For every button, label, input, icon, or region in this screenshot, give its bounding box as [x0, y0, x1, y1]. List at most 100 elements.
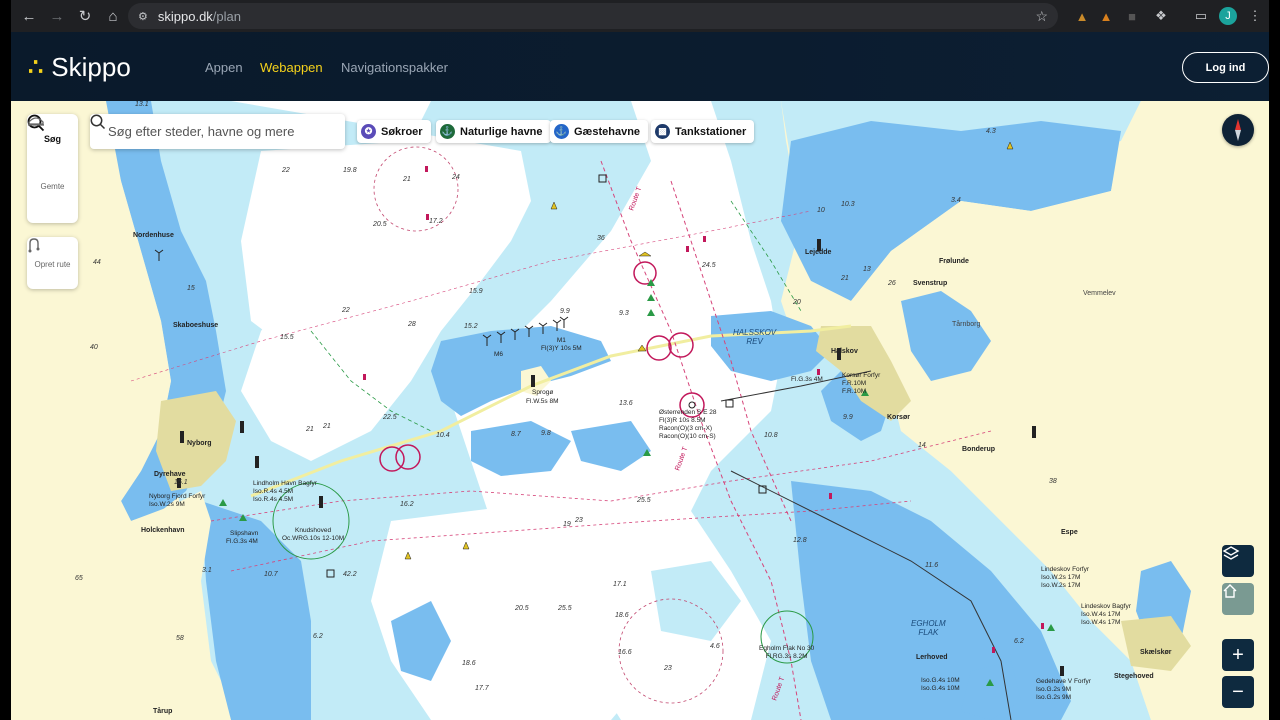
home-icon[interactable]: ⌂	[99, 2, 127, 30]
place-label[interactable]: Tårup	[153, 708, 172, 715]
light-label[interactable]: Østerrenden S E 28 Fl(3)R 10s 8.5M Racon…	[659, 409, 716, 441]
light-label[interactable]: Fl.W.5s 8M	[526, 398, 559, 406]
place-label[interactable]: Halskov	[831, 348, 858, 355]
minus-icon: −	[1232, 680, 1244, 703]
place-label[interactable]: Dyrehave	[154, 471, 186, 478]
place-label[interactable]: Nordenhuse	[133, 232, 174, 239]
place-label[interactable]: Bonderup	[962, 446, 995, 453]
chip-gaestehavne[interactable]: ⚓ Gæstehavne	[550, 120, 649, 143]
chip-sokroer[interactable]: ✪ Søkroer	[357, 120, 431, 143]
site-settings-icon[interactable]: ⚙	[138, 10, 148, 23]
light-label[interactable]: Fl.G.3s 4M	[791, 376, 823, 384]
menu-dots-icon[interactable]: ⋮	[1246, 7, 1264, 25]
depth-sounding: 14	[918, 442, 926, 449]
restaurant-icon: ✪	[361, 124, 376, 139]
place-label[interactable]: Skælskør	[1140, 649, 1172, 656]
sidebar-create-route-label: Opret rute	[34, 260, 71, 269]
place-label[interactable]: Frølunde	[939, 258, 969, 265]
depth-sounding: 16.6	[618, 649, 632, 656]
place-label[interactable]: Knudshoved	[295, 527, 331, 535]
login-button[interactable]: Log ind	[1182, 52, 1269, 83]
place-label[interactable]: Tårnborg	[952, 321, 980, 328]
light-label[interactable]: Lindholm Havn Bagfyr Iso.R.4s 4.5M Iso.R…	[253, 480, 317, 504]
sidebar-saved[interactable]: Gemte	[27, 117, 78, 210]
chart-canvas: Route T Route T Route T	[11, 101, 1269, 720]
sidebar-panel: Søg Gemte	[27, 114, 78, 223]
light-label[interactable]: M1 Fl(3)Y 10s 5M	[541, 337, 582, 353]
anchor-icon: ⚓	[440, 124, 455, 139]
place-label[interactable]: Espe	[1061, 529, 1078, 536]
depth-sounding: 12.8	[793, 537, 807, 544]
depth-sounding: 21	[841, 275, 849, 282]
place-label[interactable]: Slipshavn	[230, 530, 258, 538]
depth-sounding: 17.7	[475, 685, 489, 692]
layers-button[interactable]	[1222, 545, 1254, 577]
nautical-chart-map[interactable]: Route T Route T Route T Nordenhuse Skabo…	[11, 101, 1269, 720]
nav-navigationspakker[interactable]: Navigationspakker	[341, 60, 448, 75]
sidebar-search-label: Søg	[44, 133, 61, 144]
depth-sounding: 11.6	[925, 562, 939, 569]
route-icon	[28, 238, 40, 253]
depth-sounding: 10	[817, 207, 825, 214]
place-label[interactable]: Sprogø	[532, 389, 553, 397]
depth-sounding: 23	[664, 665, 672, 672]
back-arrow-icon[interactable]: ←	[15, 2, 43, 30]
light-label[interactable]: Korsør Forfyr F.R.10M F.R.10M	[842, 372, 880, 396]
place-label[interactable]: Vemmelev	[1083, 290, 1116, 297]
sidebar-saved-label: Gemte	[40, 182, 65, 191]
place-label[interactable]: Lerhoved	[916, 654, 948, 661]
light-label[interactable]: Fl.G.3s 4M	[226, 538, 258, 546]
depth-sounding: 9.8	[541, 430, 551, 437]
nav-appen[interactable]: Appen	[205, 60, 243, 75]
profile-avatar[interactable]: J	[1219, 7, 1237, 25]
extension-icon[interactable]: ▲	[1097, 7, 1115, 25]
place-label[interactable]: Lejedde	[805, 249, 831, 256]
forward-arrow-icon[interactable]: →	[43, 2, 71, 30]
address-bar[interactable]: ⚙ skippo.dk/plan ☆	[128, 3, 1058, 29]
depth-sounding: 9.9	[560, 308, 570, 315]
chip-tankstationer[interactable]: ▩ Tankstationer	[651, 120, 755, 143]
cast-icon[interactable]: ▭	[1192, 7, 1210, 25]
depth-sounding: 9.9	[843, 414, 853, 421]
depth-sounding: 19.8	[343, 167, 357, 174]
place-label[interactable]: Korsør	[887, 414, 910, 421]
compass-button[interactable]	[1222, 114, 1254, 146]
depth-sounding: 6.2	[1014, 638, 1024, 645]
search-input[interactable]	[108, 124, 323, 139]
depth-sounding: 15	[187, 285, 195, 292]
depth-sounding: 4.6	[710, 643, 720, 650]
light-label[interactable]: Iso.G.4s 10M Iso.G.4s 10M	[921, 677, 960, 693]
light-label[interactable]: M6	[494, 351, 503, 359]
light-label[interactable]: Oc.WRG.10s 12-10M	[282, 535, 344, 543]
light-label[interactable]: Lindeskov Bagfyr Iso.W.4s 17M Iso.W.4s 1…	[1081, 603, 1131, 627]
sidebar-create-route[interactable]: Opret rute	[27, 237, 78, 289]
place-label[interactable]: Nyborg	[187, 440, 212, 447]
light-label[interactable]: Nyborg Fjord Forfyr Iso.W.2s 9M	[149, 493, 205, 509]
depth-sounding: 10.7	[264, 571, 278, 578]
search-box[interactable]	[90, 114, 345, 149]
extensions-puzzle-icon[interactable]: ❖	[1152, 7, 1170, 25]
depth-sounding: 10.8	[764, 432, 778, 439]
place-label[interactable]: Holckenhavn	[141, 527, 185, 534]
extension-icon[interactable]: ▲	[1073, 7, 1091, 25]
place-label[interactable]: Skaboeshuse	[173, 322, 218, 329]
depth-sounding: 36	[597, 235, 605, 242]
zoom-in-button[interactable]: +	[1222, 639, 1254, 671]
chip-naturlige-havne[interactable]: ⚓ Naturlige havne	[436, 120, 551, 143]
home-position-button[interactable]	[1222, 583, 1254, 615]
bookmark-star-icon[interactable]: ☆	[1035, 8, 1048, 25]
depth-sounding: 20.5	[373, 221, 387, 228]
depth-sounding: 19	[563, 521, 571, 528]
light-label[interactable]: Lindeskov Forfyr Iso.W.2s 17M Iso.W.2s 1…	[1041, 566, 1089, 590]
light-label[interactable]: Gedehave V Forfyr Iso.G.2s 9M Iso.G.2s 9…	[1036, 678, 1091, 702]
nav-webappen[interactable]: Webappen	[260, 60, 323, 75]
light-label[interactable]: Egholm Flak No 30 Fl.RG.3s 8.2M	[759, 645, 814, 661]
reload-icon[interactable]: ↻	[71, 2, 99, 30]
extension-icon[interactable]: ■	[1123, 7, 1141, 25]
place-label[interactable]: Stegehoved	[1114, 673, 1154, 680]
logo[interactable]: ∴ Skippo	[28, 52, 131, 83]
zoom-out-button[interactable]: −	[1222, 676, 1254, 708]
depth-sounding: 15.2	[464, 323, 478, 330]
place-label[interactable]: Svenstrup	[913, 280, 947, 287]
home-icon	[1223, 584, 1237, 598]
